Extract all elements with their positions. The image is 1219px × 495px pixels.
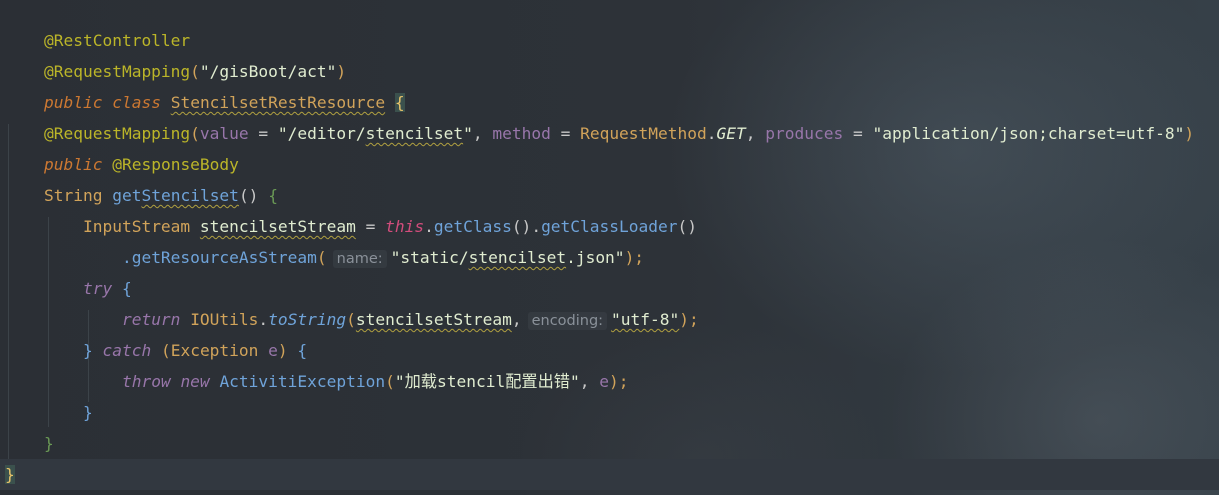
code-line-12[interactable]: } catch (Exception e) { <box>5 335 307 366</box>
keyword: public <box>43 93 103 112</box>
method-name: get <box>112 186 142 205</box>
paren: () <box>677 217 698 236</box>
code-line-16-current[interactable]: } <box>0 459 1219 490</box>
brace: } <box>82 341 93 360</box>
paren: ); <box>624 248 645 267</box>
keyword: catch <box>102 341 152 360</box>
keyword: public <box>43 155 103 174</box>
code-line-14[interactable]: } <box>5 397 93 428</box>
brace: { <box>268 186 278 205</box>
variable: stencilsetStream <box>199 217 356 236</box>
paren: ( <box>190 124 200 143</box>
keyword: throw <box>121 372 171 391</box>
paren: ); <box>679 310 699 329</box>
brace: } <box>43 434 54 453</box>
code-line-13[interactable]: throw new ActivitiException("加载stencil配置… <box>5 366 629 397</box>
dot: . <box>706 124 717 143</box>
dot: . <box>258 310 269 329</box>
string-literal: "加载stencil配置出错" <box>394 372 580 391</box>
code-editor[interactable]: @RestController @RequestMapping("/gisBoo… <box>0 0 1219 495</box>
string-literal: .json" <box>566 248 625 267</box>
parameter-hint: encoding: <box>527 312 608 330</box>
paren: ( <box>385 372 395 391</box>
class-ref: ActivitiException <box>219 372 386 391</box>
class-name: StencilsetRestResource <box>170 93 386 112</box>
vertical-scrollbar[interactable] <box>1209 0 1219 495</box>
annotation: @RequestMapping <box>43 124 191 143</box>
class-ref: IOUtils <box>190 310 259 329</box>
code-line-9[interactable]: .getResourceAsStream( name: "static/stenci… <box>5 242 644 273</box>
string-literal: stencilset <box>365 124 464 143</box>
method-call: getClass <box>433 217 512 236</box>
keyword: try <box>82 279 113 298</box>
enum-constant: GET <box>716 124 746 143</box>
string-literal: "application/json;charset=utf-8" <box>872 124 1185 143</box>
code-line-2[interactable]: @RequestMapping("/gisBoot/act") <box>5 25 346 81</box>
code-line-7[interactable]: String getStencilset() { <box>5 180 278 211</box>
method-call: toString <box>268 310 347 329</box>
type-name: InputStream <box>82 217 191 236</box>
code-line-3[interactable]: public class StencilsetRestResource { <box>5 56 405 112</box>
param-name: e <box>268 341 278 360</box>
code-line-6[interactable]: public @ResponseBody <box>5 149 239 180</box>
type-name: String <box>43 186 103 205</box>
annotation: @ResponseBody <box>112 155 239 174</box>
string-literal: "static/ <box>390 248 469 267</box>
comma: , <box>579 372 600 391</box>
code-line-11[interactable]: return IOUtils.toString(stencilsetStream… <box>5 304 699 335</box>
method-call: getClassLoader <box>541 217 678 236</box>
comma: , <box>511 310 522 329</box>
operator: = <box>355 217 386 236</box>
comma: , <box>745 124 766 143</box>
paren: () <box>238 186 259 205</box>
brace: { <box>394 93 405 112</box>
operator: = <box>843 124 873 143</box>
paren: ( <box>346 310 356 329</box>
string-literal: "/editor/ <box>277 124 366 143</box>
brace: } <box>5 465 15 484</box>
param-name: value <box>199 124 249 143</box>
code-line-1[interactable]: @RestController <box>5 0 190 50</box>
dot: . <box>531 217 542 236</box>
comma: , <box>472 124 493 143</box>
type-name: Exception <box>170 341 259 360</box>
keyword: return <box>121 310 181 329</box>
operator: = <box>248 124 278 143</box>
keyword: class <box>112 93 161 112</box>
paren: ( <box>160 341 171 360</box>
param-name: produces <box>765 124 844 143</box>
param-name: e <box>599 372 609 391</box>
paren: ) <box>277 341 288 360</box>
keyword: new <box>180 372 210 391</box>
method-call: .getResourceAsStream <box>121 248 317 267</box>
string-literal: "utf-8" <box>611 310 680 329</box>
code-line-15[interactable]: } <box>5 428 54 459</box>
dot: . <box>424 217 434 236</box>
paren: () <box>511 217 532 236</box>
code-line-8[interactable]: InputStream stencilsetStream = this.getC… <box>5 211 697 242</box>
method-name: Stencilset <box>141 186 239 205</box>
paren: ( <box>316 248 327 267</box>
string-literal: " <box>463 124 473 143</box>
class-ref: RequestMethod <box>580 124 707 143</box>
param-name: method <box>492 124 551 143</box>
paren: ); <box>608 372 629 391</box>
brace: { <box>121 279 132 298</box>
paren: ) <box>1184 124 1195 143</box>
code-line-5[interactable]: @RequestMapping(value = "/editor/stencil… <box>5 118 1194 149</box>
operator: = <box>550 124 581 143</box>
parameter-hint: name: <box>332 250 387 268</box>
string-literal: stencilset <box>468 248 567 267</box>
code-line-10[interactable]: try { <box>5 273 132 304</box>
keyword: this <box>385 217 425 236</box>
brace: { <box>297 341 308 360</box>
brace: } <box>82 403 93 422</box>
variable: stencilsetStream <box>355 310 512 329</box>
